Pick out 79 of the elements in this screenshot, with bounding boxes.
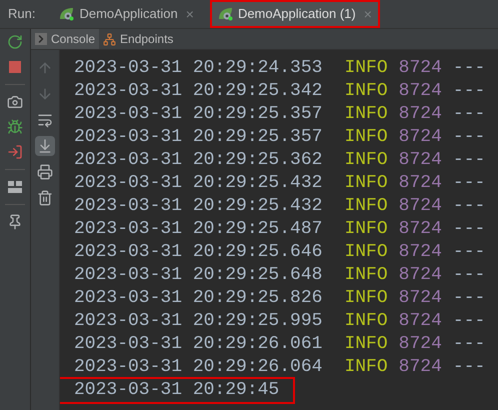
process-id: 8724 xyxy=(398,126,442,149)
spring-leaf-icon xyxy=(59,7,76,21)
log-level: INFO xyxy=(344,103,388,126)
layout-icon[interactable] xyxy=(7,179,23,195)
log-timestamp: 2023-03-31 20:29:25.487 xyxy=(74,218,322,241)
tab-label: DemoApplication xyxy=(79,5,178,24)
console-icon xyxy=(35,33,47,45)
log-separator: --- xyxy=(452,264,486,287)
run-label: Run: xyxy=(7,5,36,24)
camera-icon[interactable] xyxy=(7,94,23,110)
log-separator: --- xyxy=(452,103,486,126)
log-timestamp: 2023-03-31 20:29:25.357 xyxy=(74,103,322,126)
tab-label: DemoApplication (1) xyxy=(238,5,356,24)
log-level: INFO xyxy=(344,333,388,356)
log-timestamp: 2023-03-31 20:29:25.357 xyxy=(74,126,322,149)
process-id: 8724 xyxy=(398,356,442,379)
log-level: INFO xyxy=(344,241,388,264)
process-id: 8724 xyxy=(398,80,442,103)
log-separator: --- xyxy=(452,287,486,310)
log-level: INFO xyxy=(344,126,388,149)
log-timestamp: 2023-03-31 20:29:25.342 xyxy=(74,80,322,103)
log-timestamp: 2023-03-31 20:29:25.362 xyxy=(74,149,322,172)
bug-icon[interactable] xyxy=(7,119,23,135)
print-icon[interactable] xyxy=(37,164,53,180)
log-level: INFO xyxy=(344,172,388,195)
process-id: 8724 xyxy=(398,149,442,172)
log-level: INFO xyxy=(344,218,388,241)
log-level: INFO xyxy=(344,310,388,333)
process-id: 8724 xyxy=(398,333,442,356)
process-id: 8724 xyxy=(398,287,442,310)
log-separator: --- xyxy=(452,310,486,333)
log-level: INFO xyxy=(344,57,388,80)
log-level: INFO xyxy=(344,195,388,218)
log-timestamp: 2023-03-31 20:29:45 xyxy=(74,379,280,402)
process-id: 8724 xyxy=(398,172,442,195)
log-level: INFO xyxy=(344,264,388,287)
log-level: INFO xyxy=(344,287,388,310)
scroll-to-end-icon[interactable] xyxy=(37,138,53,154)
process-id: 8724 xyxy=(398,264,442,287)
log-separator: --- xyxy=(452,126,486,149)
process-id: 8724 xyxy=(398,241,442,264)
endpoints-icon xyxy=(103,32,116,46)
view-tab[interactable]: Console xyxy=(31,29,100,49)
log-separator: --- xyxy=(452,80,486,103)
pin-icon[interactable] xyxy=(7,214,23,230)
log-timestamp: 2023-03-31 20:29:25.432 xyxy=(74,195,322,218)
log-timestamp: 2023-03-31 20:29:25.646 xyxy=(74,241,322,264)
process-id: 8724 xyxy=(398,195,442,218)
trash-icon[interactable] xyxy=(37,190,53,206)
log-timestamp: 2023-03-31 20:29:26.064 xyxy=(74,356,322,379)
process-id: 8724 xyxy=(398,218,442,241)
log-separator: --- xyxy=(452,195,486,218)
log-level: INFO xyxy=(344,80,388,103)
log-separator: --- xyxy=(452,172,486,195)
log-separator: --- xyxy=(452,333,486,356)
log-separator: --- xyxy=(452,356,486,379)
view-tab[interactable]: Endpoints xyxy=(99,29,178,49)
log-separator: --- xyxy=(452,218,486,241)
log-separator: --- xyxy=(452,149,486,172)
run-tab[interactable]: DemoApplication (1) × xyxy=(210,0,380,28)
log-separator: --- xyxy=(452,57,486,80)
spring-leaf-icon xyxy=(218,7,234,21)
stop-icon[interactable] xyxy=(7,59,23,75)
log-separator: --- xyxy=(452,241,486,264)
process-id: 8724 xyxy=(398,103,442,126)
log-level: INFO xyxy=(344,356,388,379)
login-icon[interactable] xyxy=(7,144,23,160)
soft-wrap-icon[interactable] xyxy=(37,112,53,128)
run-tab[interactable]: DemoApplication × xyxy=(51,0,202,28)
process-id: 8724 xyxy=(398,310,442,333)
log-timestamp: 2023-03-31 20:29:24.353 xyxy=(74,57,322,80)
log-level: INFO xyxy=(344,149,388,172)
log-timestamp: 2023-03-31 20:29:25.432 xyxy=(74,172,322,195)
log-timestamp: 2023-03-31 20:29:25.995 xyxy=(74,310,322,333)
rerun-icon[interactable] xyxy=(7,34,23,50)
log-timestamp: 2023-03-31 20:29:25.648 xyxy=(74,264,322,287)
process-id: 8724 xyxy=(398,57,442,80)
log-timestamp: 2023-03-31 20:29:25.826 xyxy=(74,287,322,310)
log-timestamp: 2023-03-31 20:29:26.061 xyxy=(74,333,322,356)
